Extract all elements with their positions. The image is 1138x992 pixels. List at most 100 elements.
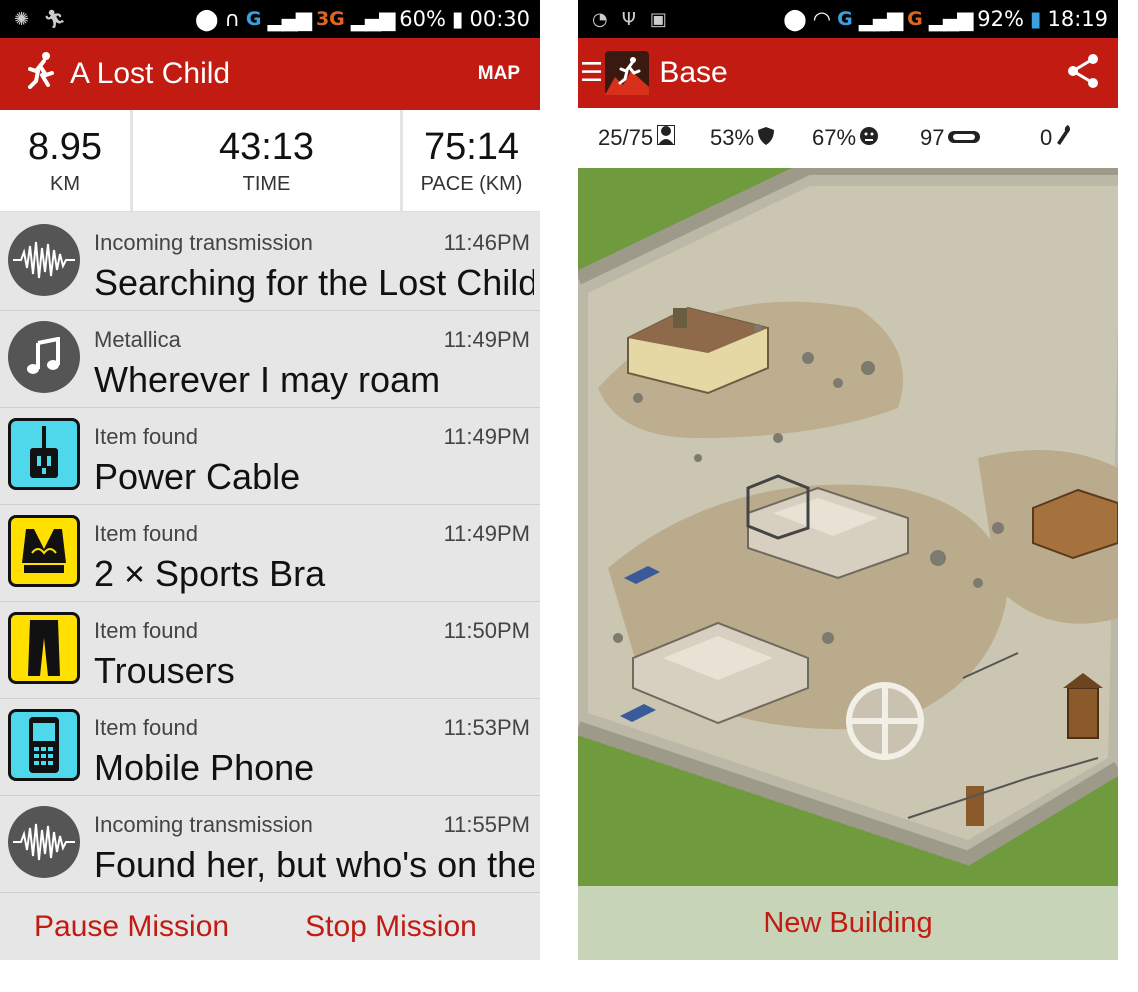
signal-icon: ▂▄▆	[267, 7, 311, 31]
share-icon[interactable]	[1066, 53, 1100, 93]
network-type: G	[837, 8, 853, 30]
battery-level: 92%	[977, 7, 1024, 31]
base-map[interactable]	[578, 168, 1118, 886]
feed-subtitle: Item found	[94, 715, 198, 740]
mission-actions: Pause Mission Stop Mission	[0, 894, 540, 960]
happiness-value: 67%	[812, 125, 857, 150]
map-button[interactable]: MAP	[478, 63, 520, 85]
run-stats: 8.95 KM 43:13 TIME 75:14 PACE (KM)	[0, 110, 540, 212]
notification-icon: ◔	[592, 8, 608, 30]
list-item[interactable]: Incoming transmission 11:46PM Searching …	[0, 214, 540, 311]
distance-value: 8.95	[28, 125, 102, 168]
mission-feed[interactable]: Incoming transmission 11:46PM Searching …	[0, 214, 540, 894]
shield-icon	[758, 125, 775, 151]
parts-value: 0	[1040, 125, 1053, 150]
battery-icon: ▮	[451, 7, 464, 31]
pause-mission-button[interactable]: Pause Mission	[34, 910, 229, 944]
wifi-icon: ◠	[812, 7, 832, 31]
app-logo-icon[interactable]	[605, 51, 650, 95]
network-type-2: G	[907, 8, 923, 30]
usb-icon: Ψ	[621, 8, 636, 30]
status-bar: ✺ 🏃︎ ⬤ ∩ G ▂▄▆ 3G ▂▄▆ 60% ▮ 00:30	[0, 0, 540, 38]
feed-time: 11:49PM	[443, 424, 530, 449]
clock: 00:30	[469, 7, 530, 31]
food-tin-icon	[948, 125, 981, 151]
time-value: 43:13	[218, 125, 315, 168]
list-item[interactable]: Item found 11:49PM Power Cable	[0, 408, 540, 505]
feed-title: Mobile Phone	[94, 747, 315, 788]
feed-subtitle: Metallica	[94, 327, 181, 352]
pace-stat: 75:14 PACE (KM)	[403, 110, 540, 211]
feed-subtitle: Item found	[94, 424, 198, 449]
battery-level: 60%	[399, 7, 446, 31]
defence-value: 53%	[710, 125, 755, 150]
feed-subtitle: Item found	[94, 618, 198, 643]
signal-icon-2: ▂▄▆	[350, 7, 395, 31]
food-value: 97	[920, 125, 945, 150]
pace-label: PACE (KM)	[420, 172, 523, 195]
app-bar: A Lost Child MAP	[0, 38, 540, 110]
survivor-icon	[656, 124, 677, 151]
feed-subtitle: Incoming transmission	[94, 230, 313, 255]
feed-time: 11:53PM	[443, 715, 530, 740]
notification-icon: ✺	[14, 8, 30, 30]
list-item[interactable]: Item found 11:50PM Trousers	[0, 602, 540, 699]
happiness-stat[interactable]: 67%	[812, 125, 879, 151]
feed-subtitle: Incoming transmission	[94, 812, 313, 837]
food-stat[interactable]: 97	[920, 125, 981, 151]
list-item[interactable]: Item found 11:49PM 2 × Sports Bra	[0, 505, 540, 602]
list-item[interactable]: Incoming transmission 11:55PM Found her,…	[0, 796, 540, 893]
runner-icon	[26, 51, 56, 97]
feed-title: Searching for the Lost Child	[94, 262, 534, 303]
stop-mission-button[interactable]: Stop Mission	[305, 910, 477, 944]
resource-bar: 25/75 53% 67% 97 0	[578, 108, 1118, 168]
feed-time: 11:50PM	[443, 618, 530, 643]
face-icon	[860, 125, 879, 151]
runner-notification-icon: 🏃︎	[43, 8, 66, 30]
mission-title: A Lost Child	[70, 57, 231, 90]
menu-icon[interactable]: ☰	[580, 58, 603, 88]
mobile-phone-icon	[8, 709, 80, 781]
feed-title: Power Cable	[94, 456, 301, 497]
survivors-stat[interactable]: 25/75	[598, 124, 677, 151]
signal-icon-2: ▂▄▆	[928, 7, 973, 31]
defence-stat[interactable]: 53%	[710, 125, 775, 151]
app-bar: ☰ Base	[578, 38, 1118, 108]
base-map-illustration	[578, 168, 1118, 886]
status-bar: ◔ Ψ ▣ ⬤ ◠ G ▂▄▆ G ▂▄▆ 92% ▮ 18:19	[578, 0, 1118, 38]
pace-value: 75:14	[423, 125, 520, 168]
time-label: TIME	[242, 172, 291, 195]
location-icon: ⬤	[783, 7, 807, 31]
wrench-icon	[1056, 125, 1072, 151]
network-type-2: 3G	[315, 8, 345, 30]
screen-title: Base	[659, 56, 728, 89]
network-type: G	[245, 8, 262, 30]
feed-title: 2 × Sports Bra	[94, 553, 326, 594]
trousers-icon	[8, 612, 80, 684]
feed-time: 11:55PM	[443, 812, 530, 837]
transmission-icon	[8, 806, 80, 878]
music-note-icon	[8, 321, 80, 393]
feed-time: 11:49PM	[443, 327, 530, 352]
list-item[interactable]: Metallica 11:49PM Wherever I may roam	[0, 311, 540, 408]
time-stat: 43:13 TIME	[133, 110, 403, 211]
feed-time: 11:46PM	[443, 230, 530, 255]
battery-icon: ▮	[1029, 7, 1042, 31]
list-item[interactable]: Item found 11:53PM Mobile Phone	[0, 699, 540, 796]
distance-stat: 8.95 KM	[0, 110, 133, 211]
base-screen: ◔ Ψ ▣ ⬤ ◠ G ▂▄▆ G ▂▄▆ 92% ▮ 18:19 ☰ Base 2…	[578, 0, 1118, 960]
mission-screen: ✺ 🏃︎ ⬤ ∩ G ▂▄▆ 3G ▂▄▆ 60% ▮ 00:30 A Lost C…	[0, 0, 540, 960]
distance-label: KM	[50, 172, 80, 195]
new-building-button[interactable]: New Building	[578, 886, 1118, 960]
transmission-icon	[8, 224, 80, 296]
feed-subtitle: Item found	[94, 521, 198, 546]
survivors-value: 25/75	[598, 125, 654, 150]
signal-icon: ▂▄▆	[858, 7, 903, 31]
parts-stat[interactable]: 0	[1040, 125, 1072, 151]
headphones-icon: ∩	[224, 7, 240, 31]
image-icon: ▣	[649, 8, 667, 30]
feed-time: 11:49PM	[443, 521, 530, 546]
sports-bra-icon	[8, 515, 80, 587]
feed-title: Trousers	[94, 650, 235, 691]
clock: 18:19	[1047, 7, 1108, 31]
